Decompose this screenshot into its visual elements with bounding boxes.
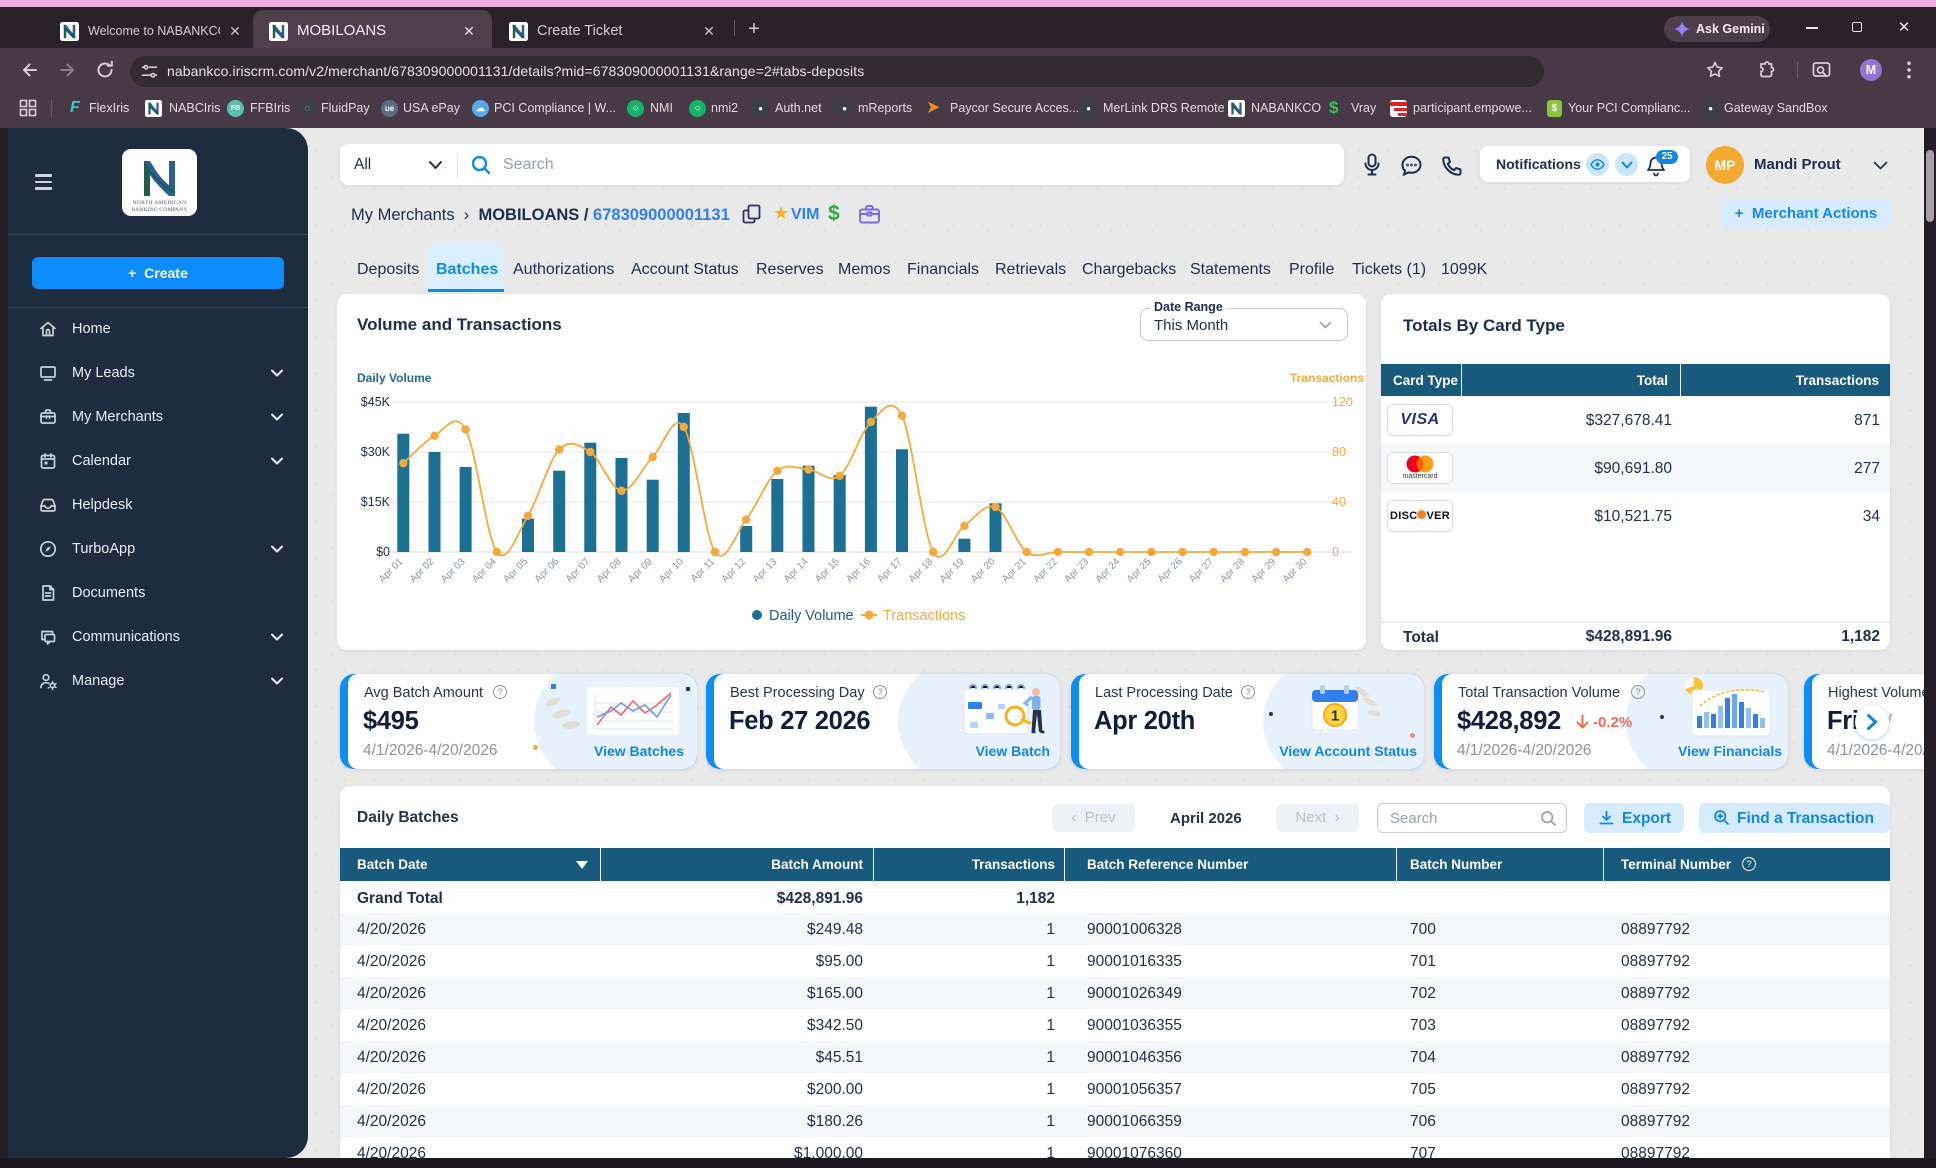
- svg-text:Apr 17: Apr 17: [876, 556, 905, 585]
- svg-text:Apr 04: Apr 04: [470, 556, 499, 585]
- svg-text:$0: $0: [376, 545, 390, 559]
- svg-text:Apr 14: Apr 14: [782, 556, 811, 585]
- svg-text:Apr 21: Apr 21: [1000, 556, 1029, 585]
- svg-text:Daily Volume: Daily Volume: [769, 608, 854, 624]
- svg-text:Apr 09: Apr 09: [626, 556, 655, 585]
- svg-text:Apr 06: Apr 06: [533, 556, 562, 585]
- svg-text:$15K: $15K: [361, 495, 391, 509]
- svg-text:Apr 11: Apr 11: [689, 556, 717, 584]
- svg-text:Apr 13: Apr 13: [751, 556, 780, 585]
- svg-text:$30K: $30K: [361, 445, 391, 459]
- svg-text:Apr 23: Apr 23: [1063, 556, 1092, 585]
- svg-text:Apr 05: Apr 05: [502, 556, 531, 585]
- svg-text:Apr 12: Apr 12: [720, 556, 749, 585]
- svg-text:Apr 16: Apr 16: [844, 556, 873, 585]
- svg-text:Apr 15: Apr 15: [813, 556, 842, 585]
- svg-text:Apr 22: Apr 22: [1031, 556, 1060, 585]
- svg-text:Apr 25: Apr 25: [1125, 556, 1154, 585]
- svg-text:Transactions: Transactions: [883, 608, 965, 624]
- svg-text:Apr 19: Apr 19: [938, 556, 967, 585]
- svg-text:Apr 20: Apr 20: [969, 556, 998, 585]
- svg-text:Apr 01: Apr 01: [377, 556, 406, 585]
- svg-text:$45K: $45K: [361, 395, 391, 409]
- svg-text:Apr 18: Apr 18: [907, 556, 936, 585]
- svg-text:Apr 30: Apr 30: [1281, 556, 1310, 585]
- svg-text:0: 0: [1332, 545, 1339, 559]
- svg-text:Apr 28: Apr 28: [1218, 556, 1247, 585]
- svg-text:NORTH AMERICAN: NORTH AMERICAN: [132, 200, 186, 206]
- svg-text:Apr 24: Apr 24: [1094, 556, 1123, 585]
- svg-text:Apr 27: Apr 27: [1187, 556, 1216, 585]
- svg-text:120: 120: [1332, 395, 1353, 409]
- svg-text:1: 1: [1331, 708, 1339, 725]
- svg-text:Apr 02: Apr 02: [408, 556, 437, 585]
- svg-text:Apr 07: Apr 07: [564, 556, 593, 585]
- svg-text:Apr 10: Apr 10: [657, 556, 686, 585]
- svg-text:80: 80: [1332, 445, 1346, 459]
- svg-text:Apr 03: Apr 03: [439, 556, 468, 585]
- svg-text:BANKING COMPANY: BANKING COMPANY: [131, 207, 187, 213]
- svg-text:Apr 26: Apr 26: [1156, 556, 1185, 585]
- svg-text:Apr 08: Apr 08: [595, 556, 624, 585]
- svg-text:Apr 29: Apr 29: [1250, 556, 1279, 585]
- svg-text:40: 40: [1332, 495, 1346, 509]
